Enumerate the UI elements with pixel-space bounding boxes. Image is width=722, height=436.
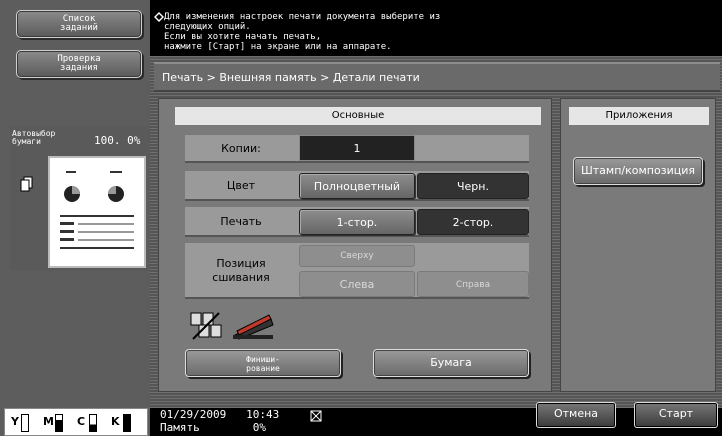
toner-y-label: Y: [11, 415, 19, 428]
copies-row: Копии: 1: [185, 135, 529, 163]
binding-left-button[interactable]: Слева: [299, 271, 415, 297]
simplex-button[interactable]: 1-стор.: [299, 209, 415, 235]
memory-usage: Память 0%: [160, 421, 266, 434]
main-panel: Печать > Внешняя память > Детали печати …: [150, 56, 722, 408]
color-label: Цвет: [226, 179, 256, 192]
zoom-label: 100. 0%: [94, 134, 141, 147]
breadcrumb: Печать > Внешняя память > Детали печати: [154, 62, 720, 92]
stamp-composition-button[interactable]: Штамп/композиция: [573, 157, 703, 185]
toner-y-bar: [21, 414, 29, 432]
copies-icon: [20, 176, 33, 192]
color-full-button[interactable]: Полноцветный: [299, 173, 415, 199]
paper-auto-label: Автовыбор бумаги: [12, 129, 56, 146]
finishing-button[interactable]: Финиши- рование: [185, 349, 341, 377]
status-bar: 01/29/2009 10:43 Память 0% Отмена Старт: [150, 402, 722, 436]
basic-settings-panel: Основные Копии: 1 Цвет Полноцветный Черн…: [158, 98, 552, 392]
toner-c-bar: [89, 414, 97, 432]
toner-k-label: K: [111, 415, 120, 428]
instruction-message: Для изменения настроек печати документа …: [164, 12, 441, 52]
datetime: 01/29/2009 10:43: [160, 408, 280, 421]
network-status-icon: [310, 410, 322, 422]
copies-value[interactable]: 1: [299, 135, 415, 161]
paper-button[interactable]: Бумага: [373, 349, 529, 377]
job-list-button[interactable]: Список заданий: [16, 10, 142, 38]
page-preview: [48, 156, 146, 268]
paper-preview-panel: Автовыбор бумаги 100. 0%: [10, 126, 150, 271]
binding-top-button[interactable]: Сверху: [299, 245, 415, 267]
toner-c-label: C: [77, 415, 86, 428]
datetime-text: 01/29/2009 10:43 Память 0%: [160, 408, 279, 434]
start-button[interactable]: Старт: [634, 402, 718, 428]
print-label: Печать: [220, 215, 262, 228]
color-row: Цвет Полноцветный Черн.: [185, 171, 529, 201]
toner-k-bar: [123, 414, 131, 432]
document-thumbnail-icon: [60, 171, 134, 249]
job-list-label: Список заданий: [60, 14, 98, 33]
color-black-button[interactable]: Черн.: [417, 173, 529, 199]
info-diamond-icon: [154, 12, 164, 22]
binding-label: Позиция сшивания: [212, 257, 270, 284]
toner-indicator: Y M C K: [4, 408, 148, 436]
check-job-label: Проверка задания: [57, 54, 101, 73]
check-job-button[interactable]: Проверка задания: [16, 50, 142, 78]
duplex-button[interactable]: 2-стор.: [417, 209, 529, 235]
sort-copies-icon: [190, 312, 222, 340]
breadcrumb-text: Печать > Внешняя память > Детали печати: [162, 71, 420, 84]
applications-panel: Приложения Штамп/композиция: [560, 98, 716, 392]
copies-label: Копии:: [221, 142, 261, 155]
print-row: Печать 1-стор. 2-стор.: [185, 207, 529, 237]
cancel-button[interactable]: Отмена: [536, 402, 616, 428]
toner-m-bar: [55, 414, 63, 432]
toner-m-label: M: [43, 415, 54, 428]
binding-right-button[interactable]: Справа: [417, 271, 529, 297]
basic-section-title: Основные: [175, 107, 541, 125]
applications-title: Приложения: [569, 107, 709, 125]
message-bar: Для изменения настроек печати документа …: [150, 0, 722, 56]
binding-row: Позиция сшивания Сверху Слева Справа: [185, 243, 529, 299]
stapler-icon: [233, 314, 274, 340]
